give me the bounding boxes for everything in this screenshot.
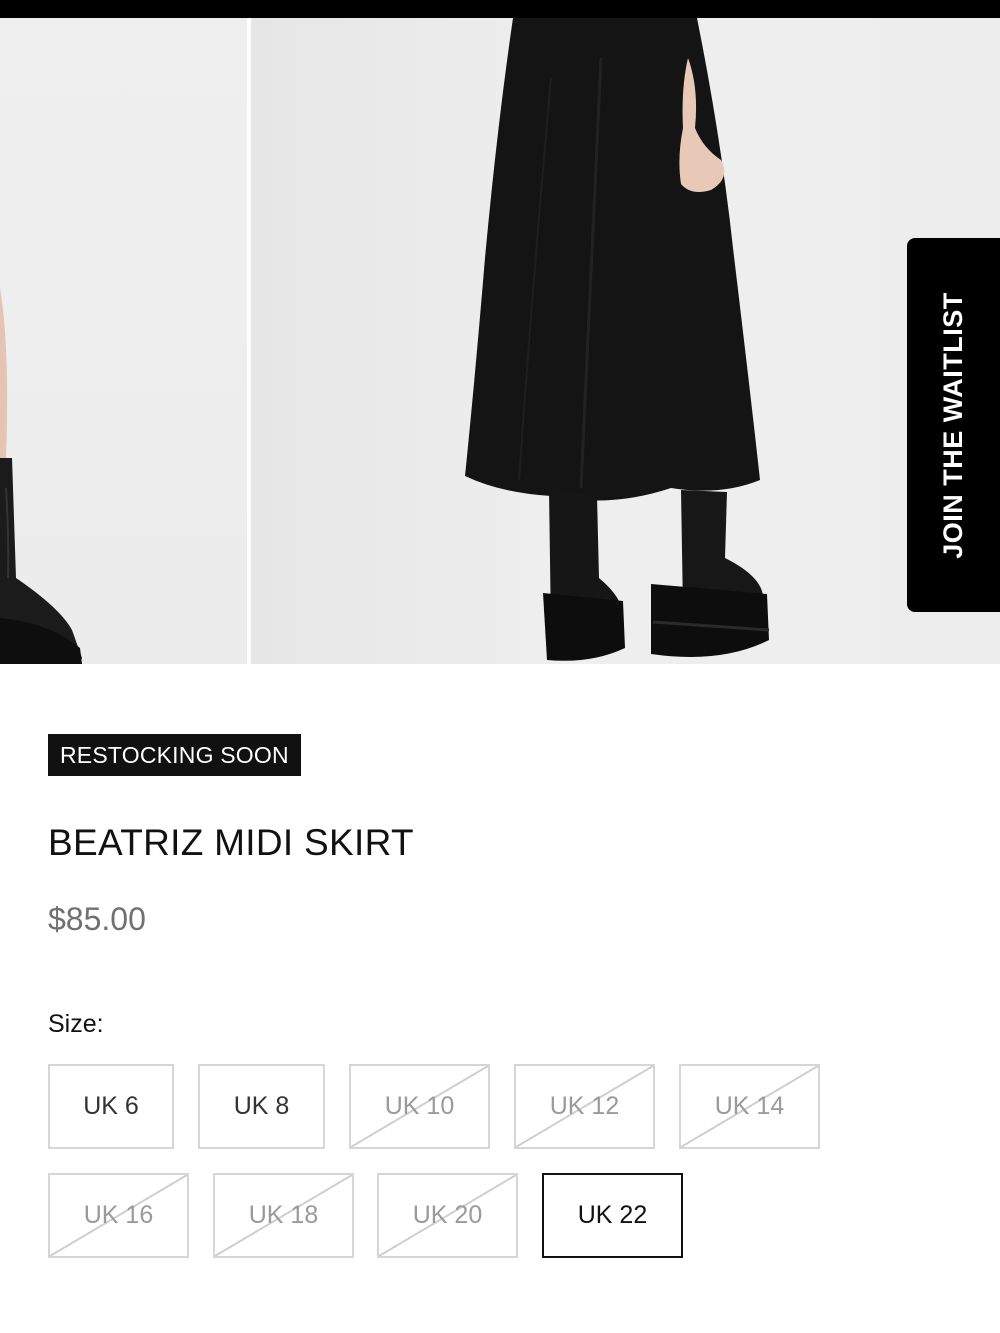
size-option-uk-6[interactable]: UK 6	[48, 1064, 174, 1149]
size-option-uk-8[interactable]: UK 8	[198, 1064, 325, 1149]
size-option-uk-16[interactable]: UK 16	[48, 1173, 189, 1258]
size-option-label: UK 20	[412, 1201, 483, 1229]
size-option-label: UK 18	[248, 1201, 319, 1229]
size-option-uk-22[interactable]: UK 22	[542, 1173, 683, 1258]
join-waitlist-label: JOIN THE WAITLIST	[938, 291, 969, 559]
size-label: Size:	[48, 1010, 104, 1038]
product-image-main[interactable]	[251, 18, 1000, 664]
size-option-label: UK 12	[549, 1092, 620, 1120]
size-option-label: UK 8	[233, 1092, 290, 1120]
size-option-uk-14[interactable]: UK 14	[679, 1064, 820, 1149]
size-option-uk-18[interactable]: UK 18	[213, 1173, 354, 1258]
product-image-previous[interactable]	[0, 18, 247, 664]
size-option-label: UK 6	[83, 1092, 139, 1120]
skirt-model-illustration	[465, 18, 770, 661]
size-option-uk-12[interactable]: UK 12	[514, 1064, 655, 1149]
product-price: $85.00	[48, 901, 146, 937]
product-gallery[interactable]: JOIN THE WAITLIST	[0, 18, 1000, 664]
product-title: BEATRIZ MIDI SKIRT	[48, 822, 414, 863]
top-bar	[0, 0, 1000, 18]
model-boot-illustration	[0, 288, 82, 664]
size-option-label: UK 22	[577, 1201, 648, 1229]
size-option-label: UK 10	[384, 1092, 455, 1120]
size-option-uk-20[interactable]: UK 20	[377, 1173, 518, 1258]
join-waitlist-button[interactable]: JOIN THE WAITLIST	[907, 238, 1000, 612]
size-option-uk-10[interactable]: UK 10	[349, 1064, 490, 1149]
size-option-label: UK 14	[714, 1092, 785, 1120]
status-badge: RESTOCKING SOON	[48, 734, 301, 776]
size-option-label: UK 16	[83, 1201, 154, 1229]
